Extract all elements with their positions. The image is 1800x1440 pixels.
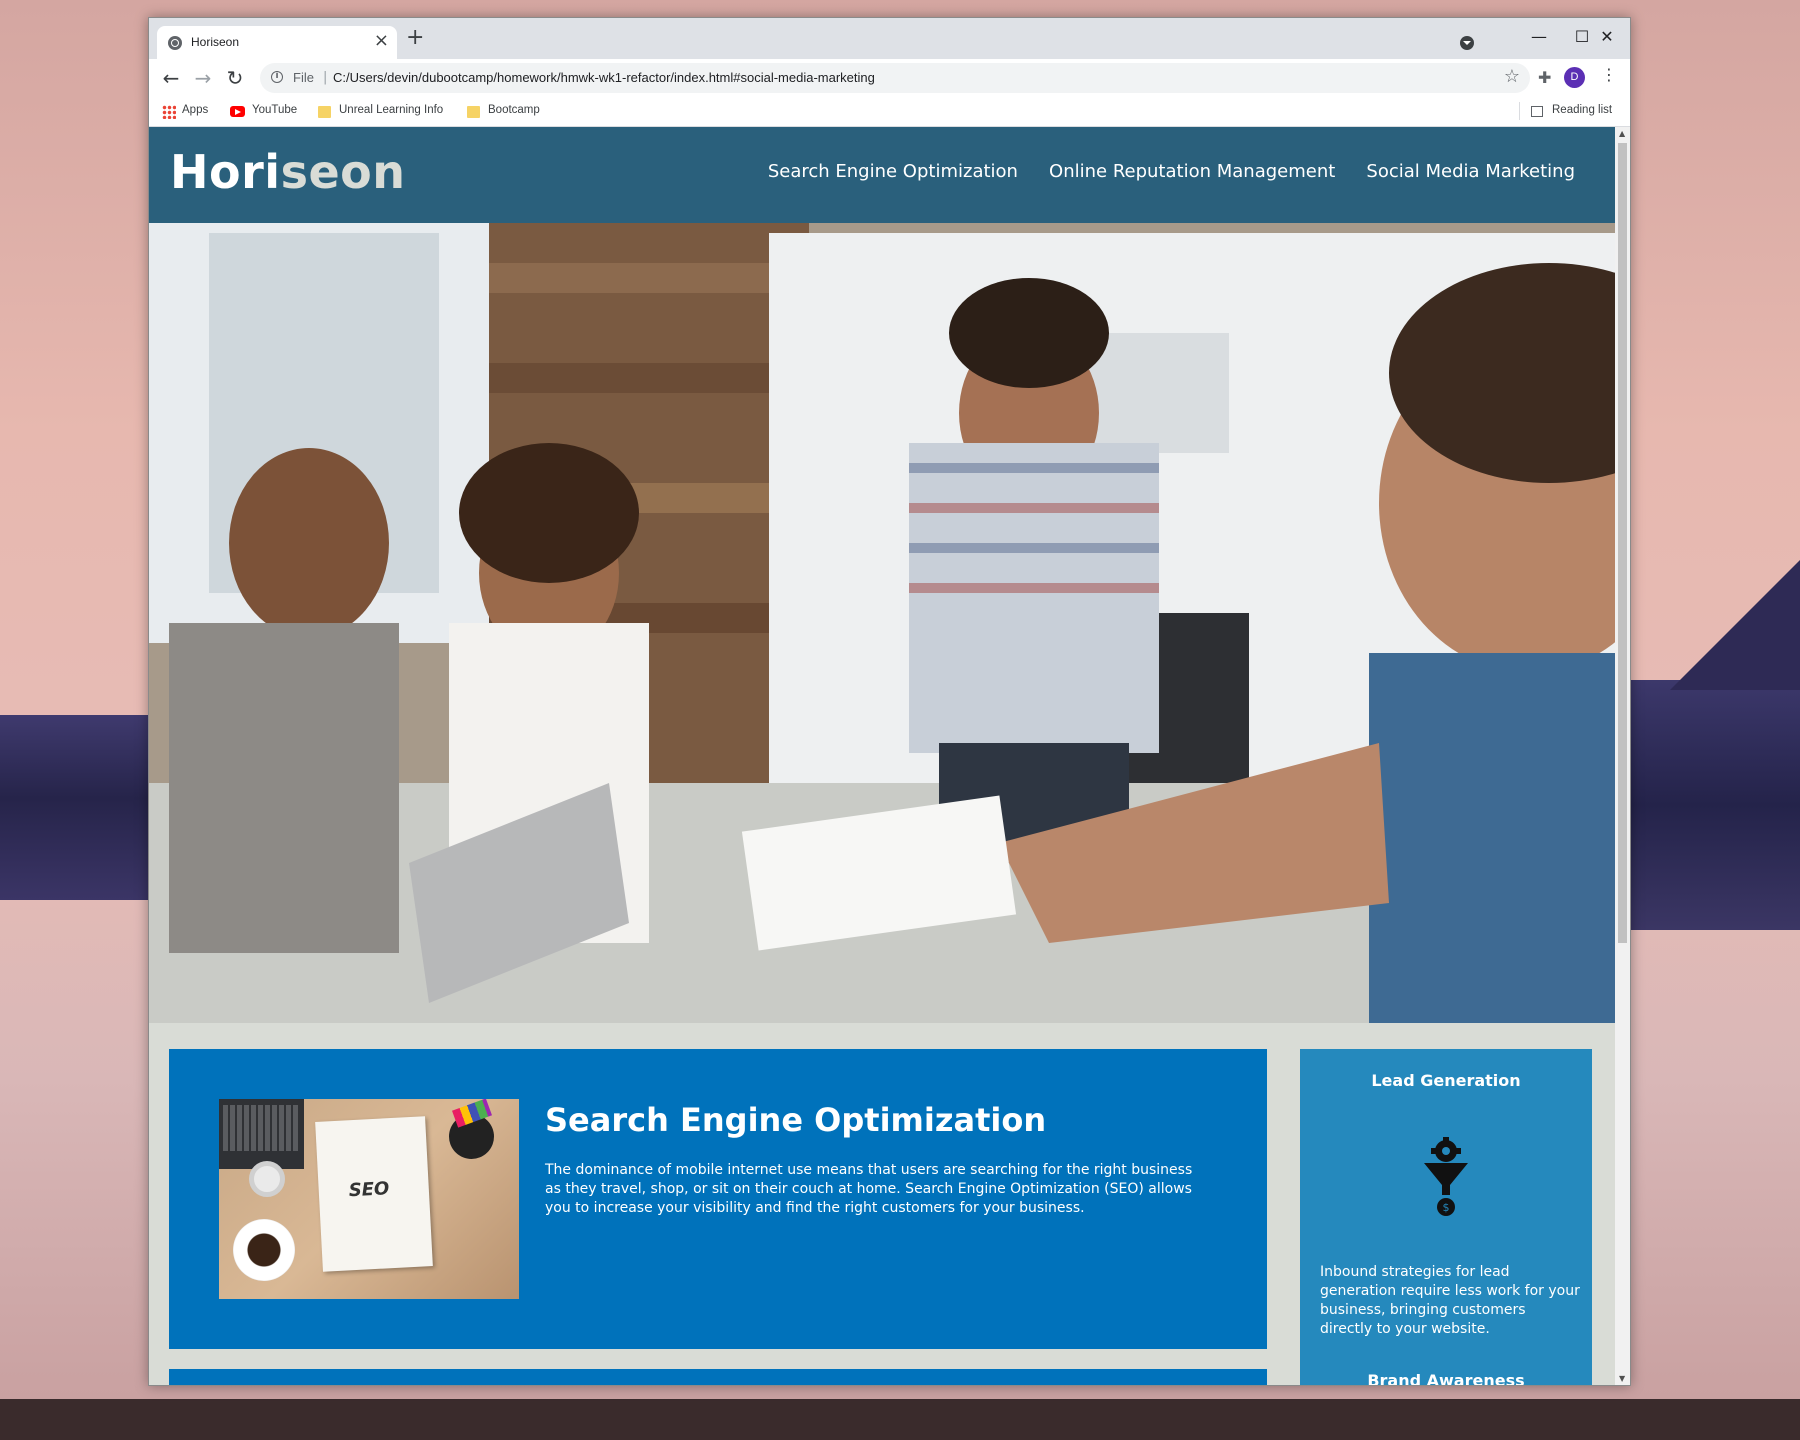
info-icon[interactable]: i [271, 71, 283, 83]
bookmark-apps[interactable]: Apps [182, 104, 208, 116]
browser-menu-icon[interactable]: ⋮ [1601, 65, 1617, 84]
site-nav: Search Engine Optimization Online Reputa… [742, 161, 1575, 182]
image-notebook: SEO [315, 1116, 433, 1272]
forward-button[interactable]: → [190, 65, 216, 91]
page-viewport: Horiseon Search Engine Optimization Onli… [149, 127, 1630, 1385]
image-pen-cup [449, 1114, 494, 1159]
wallpaper-wing-right [1628, 680, 1800, 930]
lead-generation-funnel-icon: $ [1424, 1137, 1468, 1216]
seo-text: The dominance of mobile internet use mea… [545, 1162, 1193, 1216]
minimize-button[interactable]: — [1516, 22, 1562, 52]
reading-list-icon [1531, 106, 1543, 117]
scroll-up-arrow-icon[interactable]: ▲ [1619, 129, 1625, 138]
folder-icon [467, 106, 480, 118]
profile-avatar[interactable]: D [1564, 67, 1585, 88]
benefits-sidebar: Lead Generation $ Inbound strategies for… [1300, 1049, 1592, 1385]
nav-link-social-media[interactable]: Social Media Marketing [1366, 161, 1575, 182]
site-header: Horiseon Search Engine Optimization Onli… [149, 127, 1615, 223]
logo-prefix: Hori [170, 145, 281, 199]
youtube-icon [230, 106, 245, 117]
bookmarks-bar: Apps YouTube Unreal Learning Info Bootca… [149, 96, 1630, 127]
tab-horiseon[interactable]: Horiseon × [157, 26, 397, 59]
address-bar[interactable]: i File | C:/Users/devin/dubootcamp/homew… [260, 63, 1530, 93]
nav-link-reputation[interactable]: Online Reputation Management [1049, 161, 1335, 182]
benefit-text-lead-generation: Inbound strategies for lead generation r… [1320, 1264, 1580, 1337]
nav-link-seo[interactable]: Search Engine Optimization [768, 161, 1018, 182]
bookmark-bootcamp[interactable]: Bootcamp [488, 104, 540, 116]
bookmark-youtube[interactable]: YouTube [252, 104, 297, 116]
globe-icon [168, 36, 182, 50]
bookmarks-divider [1519, 102, 1520, 120]
url-text[interactable]: C:/Users/devin/dubootcamp/homework/hmwk-… [333, 70, 875, 85]
wallpaper-fin [1670, 560, 1800, 690]
svg-text:$: $ [1443, 1201, 1450, 1214]
benefit-title-lead-generation: Lead Generation [1371, 1071, 1521, 1090]
site-logo[interactable]: Horiseon [170, 145, 406, 199]
image-laptop [219, 1099, 304, 1169]
scroll-down-arrow-icon[interactable]: ▼ [1619, 1374, 1625, 1383]
close-window-button[interactable]: ✕ [1584, 22, 1630, 52]
wallpaper-wing-left [0, 715, 150, 900]
image-magnifier [249, 1161, 285, 1197]
browser-window: Horiseon × + — ☐ ✕ ← → ↻ i File | C:/Use… [148, 17, 1631, 1386]
hero-photo [149, 223, 1615, 1023]
bookmark-unreal-learning-info[interactable]: Unreal Learning Info [339, 104, 443, 116]
seo-title: Search Engine Optimization [545, 1101, 1047, 1139]
next-section [169, 1369, 1267, 1385]
tab-strip: Horiseon × + — ☐ ✕ [149, 18, 1630, 59]
bookmark-star-icon[interactable]: ☆ [1504, 66, 1520, 87]
logo-suffix: seon [280, 145, 406, 199]
hero-image [149, 223, 1615, 1023]
image-coffee-cup [233, 1219, 295, 1281]
new-tab-button[interactable]: + [406, 26, 424, 50]
seo-image: SEO [219, 1099, 519, 1299]
page-scrollbar[interactable]: ▲ ▼ [1615, 127, 1630, 1385]
url-separator: | [323, 70, 328, 85]
back-button[interactable]: ← [158, 65, 184, 91]
folder-icon [318, 106, 331, 118]
extensions-puzzle-icon[interactable]: ✚ [1538, 68, 1551, 87]
scrollbar-thumb[interactable] [1618, 143, 1627, 943]
tab-close-icon[interactable]: × [374, 31, 389, 51]
taskbar [0, 1399, 1800, 1440]
benefit-title-brand-awareness: Brand Awareness [1367, 1371, 1525, 1385]
image-seo-label: SEO [348, 1178, 390, 1202]
apps-grid-icon [162, 105, 176, 119]
url-scheme-label: File [293, 70, 314, 85]
reload-button[interactable]: ↻ [222, 65, 248, 91]
tab-search-icon[interactable] [1460, 36, 1474, 50]
reading-list-button[interactable]: Reading list [1552, 104, 1612, 116]
tab-title: Horiseon [191, 35, 240, 49]
browser-toolbar: ← → ↻ i File | C:/Users/devin/dubootcamp… [149, 59, 1630, 96]
seo-section: SEO Search Engine Optimization The domin… [169, 1049, 1267, 1349]
